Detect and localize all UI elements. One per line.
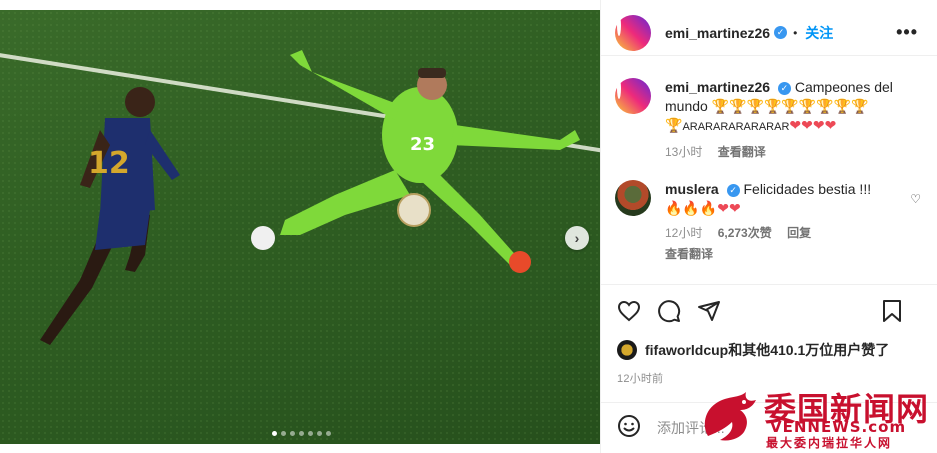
comment-time: 12小时 <box>665 226 703 240</box>
post-photo[interactable]: 23 12 › <box>0 10 600 444</box>
carousel-dot <box>299 431 304 436</box>
like-heart-icon[interactable] <box>617 299 641 323</box>
comment-emoji: 🔥🔥🔥❤❤ <box>665 200 741 216</box>
post-timestamp: 12小时前 <box>617 373 664 385</box>
commenter-username[interactable]: muslera <box>665 181 719 197</box>
comment-reply-link[interactable]: 回复 <box>787 226 811 240</box>
caption-trophy: 🏆 <box>665 117 683 133</box>
comment-item: muslera ✓ Felicidades bestia !!! 🔥🔥🔥❤❤ 1… <box>615 180 925 264</box>
bookmark-icon[interactable] <box>880 299 904 323</box>
comment-likes-count[interactable]: 6,273次赞 <box>718 226 772 240</box>
post-actions-bar <box>601 284 937 336</box>
caption-translate-link[interactable]: 查看翻译 <box>718 145 766 159</box>
carousel-next-button[interactable]: › <box>565 226 589 250</box>
site-watermark: 委国新闻网 VENNEWS.com 最大委内瑞拉华人网 <box>700 384 937 450</box>
likes-summary[interactable]: fifaworldcup和其他410.1万位用户赞了 <box>617 340 889 360</box>
verified-badge-icon: ✓ <box>726 183 740 197</box>
comment-like-heart-icon[interactable]: ♡ <box>910 192 921 206</box>
likes-text: fifaworldcup和其他410.1万位用户赞了 <box>645 342 890 358</box>
carousel-dot <box>272 431 277 436</box>
carousel-dot <box>281 431 286 436</box>
goalkeeper-figure: 23 <box>251 50 580 273</box>
carousel-dot <box>317 431 322 436</box>
emoji-smiley-icon[interactable] <box>617 414 641 443</box>
liker-avatar <box>617 340 637 360</box>
caption-time: 13小时 <box>665 145 703 159</box>
verified-badge-icon: ✓ <box>774 26 788 39</box>
outfield-player-figure: 12 <box>40 87 180 345</box>
dragon-logo-icon <box>704 392 756 441</box>
author-avatar[interactable] <box>615 14 651 51</box>
post-caption: emi_martinez26 ✓ Campeones del mundo 🏆🏆🏆… <box>615 78 925 162</box>
svg-text:12: 12 <box>88 146 130 181</box>
carousel-dot <box>290 431 295 436</box>
post-header: emi_martinez26 ✓ • 关注 ••• <box>601 10 937 56</box>
comment-bubble-icon[interactable] <box>657 299 681 323</box>
verified-badge-icon: ✓ <box>777 81 791 95</box>
more-options-icon[interactable]: ••• <box>896 22 918 43</box>
watermark-subtitle: 最大委内瑞拉华人网 <box>766 436 893 450</box>
caption-username[interactable]: emi_martinez26 <box>665 79 770 95</box>
carousel-dots <box>272 431 331 436</box>
comment-translate-link[interactable]: 查看翻译 <box>665 247 713 261</box>
instagram-post-window: 23 12 › emi_martinez26 ✓ • 关注 ••• emi_ma… <box>0 0 937 453</box>
comment-text: Felicidades bestia !!! <box>743 181 872 197</box>
carousel-dot <box>326 431 331 436</box>
svg-text:23: 23 <box>410 134 435 155</box>
caption-author-avatar[interactable] <box>615 78 651 114</box>
commenter-avatar[interactable] <box>615 180 651 216</box>
caption-hearts: ❤❤❤❤ <box>789 117 837 133</box>
match-illustration: 23 12 <box>40 50 580 345</box>
follow-button[interactable]: 关注 <box>805 23 833 43</box>
caption-shout: ARARARARARARAR <box>682 121 790 133</box>
author-username[interactable]: emi_martinez26 <box>665 25 770 41</box>
share-send-icon[interactable] <box>697 299 721 323</box>
carousel-dot <box>308 431 313 436</box>
